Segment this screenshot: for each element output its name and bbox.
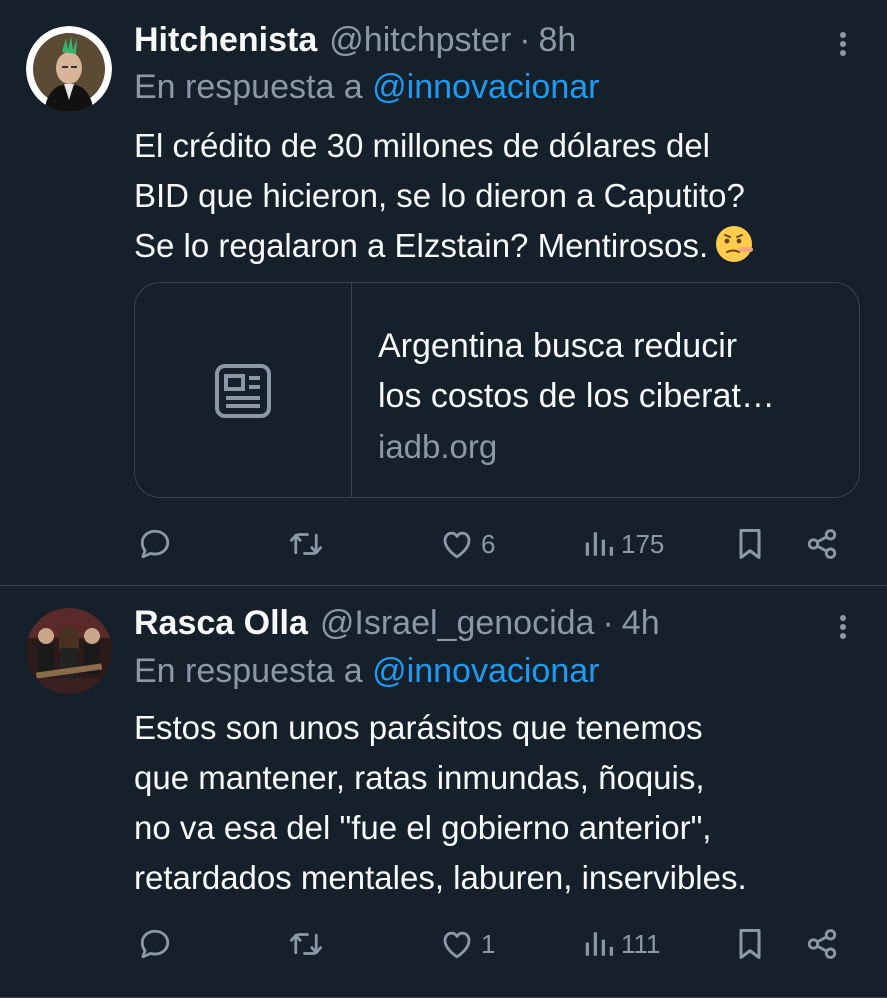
retweet-button[interactable] bbox=[287, 919, 325, 969]
article-icon bbox=[215, 364, 271, 418]
retweet-button[interactable] bbox=[287, 519, 325, 569]
tweet-text-line: Estos son unos parásitos que tenemos bbox=[134, 709, 703, 746]
link-card-body: Argentina busca reducir los costos de lo… bbox=[378, 321, 838, 471]
timestamp[interactable]: 8h bbox=[539, 21, 577, 60]
tweet-header: Rasca Olla @Israel_genocida · 4h bbox=[134, 601, 660, 645]
separator: · bbox=[519, 20, 531, 59]
reply-mention-link[interactable]: @innovacionar bbox=[372, 652, 599, 690]
like-icon bbox=[443, 531, 471, 559]
views-icon bbox=[585, 932, 613, 956]
tweet-text-line: Se lo regalaron a Elzstain? Mentirosos. bbox=[134, 221, 864, 271]
link-card[interactable]: Argentina busca reducir los costos de lo… bbox=[134, 282, 860, 498]
views-count: 175 bbox=[621, 528, 665, 559]
reply-button[interactable] bbox=[137, 519, 173, 569]
tweet-text-line: retardados mentales, laburen, inservible… bbox=[134, 859, 747, 896]
bookmark-icon bbox=[739, 529, 761, 559]
tweet-text-line-content: Se lo regalaron a Elzstain? Mentirosos. bbox=[134, 227, 709, 264]
author-name[interactable]: Hitchenista bbox=[134, 21, 317, 60]
like-count: 6 bbox=[481, 528, 496, 559]
tweet-actions: 6 175 bbox=[0, 519, 887, 569]
avatar[interactable] bbox=[26, 26, 112, 112]
timestamp[interactable]: 4h bbox=[622, 604, 660, 643]
reply-prefix: En respuesta a bbox=[134, 652, 363, 690]
avatar[interactable] bbox=[26, 608, 112, 694]
author-name[interactable]: Rasca Olla bbox=[134, 604, 308, 643]
reply-context: En respuesta a @innovacionar bbox=[134, 652, 599, 691]
link-card-title: Argentina busca reducir los costos de lo… bbox=[378, 321, 838, 421]
tweet[interactable]: Hitchenista @hitchpster · 8h En respuest… bbox=[0, 0, 887, 586]
author-handle[interactable]: @hitchpster bbox=[329, 21, 511, 60]
like-button[interactable]: 6 bbox=[439, 519, 495, 569]
separator: · bbox=[602, 603, 614, 642]
tweet-text-line: no va esa del "fue el gobierno anterior"… bbox=[134, 809, 712, 846]
reply-context: En respuesta a @innovacionar bbox=[134, 68, 599, 107]
tweet-text-line: BID que hicieron, se lo dieron a Caputit… bbox=[134, 177, 745, 214]
tweet[interactable]: Rasca Olla @Israel_genocida · 4h En resp… bbox=[0, 586, 887, 998]
views-icon bbox=[585, 532, 613, 556]
retweet-icon bbox=[289, 933, 323, 955]
avatar-image bbox=[26, 608, 112, 694]
share-button[interactable] bbox=[805, 519, 839, 569]
views-count: 111 bbox=[621, 928, 661, 959]
share-icon bbox=[807, 929, 837, 959]
author-handle[interactable]: @Israel_genocida bbox=[320, 604, 595, 643]
reply-icon bbox=[140, 929, 170, 959]
tweet-header: Hitchenista @hitchpster · 8h bbox=[134, 18, 576, 62]
more-options-icon[interactable] bbox=[831, 26, 855, 62]
bookmark-button[interactable] bbox=[735, 519, 765, 569]
link-card-title-line: Argentina busca reducir bbox=[378, 327, 738, 365]
tweet-text-line: que mantener, ratas inmundas, ñoquis, bbox=[134, 759, 705, 796]
lying-face-emoji bbox=[716, 226, 754, 262]
like-icon bbox=[443, 931, 471, 959]
tweet-actions: 1 111 bbox=[0, 919, 887, 969]
more-options-icon[interactable] bbox=[831, 609, 855, 645]
tweet-text: El crédito de 30 millones de dólares del… bbox=[134, 121, 864, 271]
like-button[interactable]: 1 bbox=[439, 919, 495, 969]
tweet-text: Estos son unos parásitos que tenemos que… bbox=[134, 703, 864, 903]
link-card-domain: iadb.org bbox=[378, 428, 498, 465]
link-card-thumbnail bbox=[135, 283, 352, 497]
reply-mention-link[interactable]: @innovacionar bbox=[372, 68, 599, 106]
share-button[interactable] bbox=[805, 919, 839, 969]
retweet-icon bbox=[289, 533, 323, 555]
reply-icon bbox=[140, 529, 170, 559]
share-icon bbox=[807, 529, 837, 559]
reply-button[interactable] bbox=[137, 919, 173, 969]
reply-prefix: En respuesta a bbox=[134, 68, 363, 106]
views-button[interactable]: 175 bbox=[583, 519, 664, 569]
bookmark-button[interactable] bbox=[735, 919, 765, 969]
views-button[interactable]: 111 bbox=[583, 919, 661, 969]
link-card-title-line: los costos de los ciberat… bbox=[378, 377, 775, 415]
tweet-text-line: El crédito de 30 millones de dólares del bbox=[134, 127, 711, 164]
avatar-image bbox=[26, 26, 112, 112]
like-count: 1 bbox=[481, 928, 496, 959]
bookmark-icon bbox=[739, 929, 761, 959]
